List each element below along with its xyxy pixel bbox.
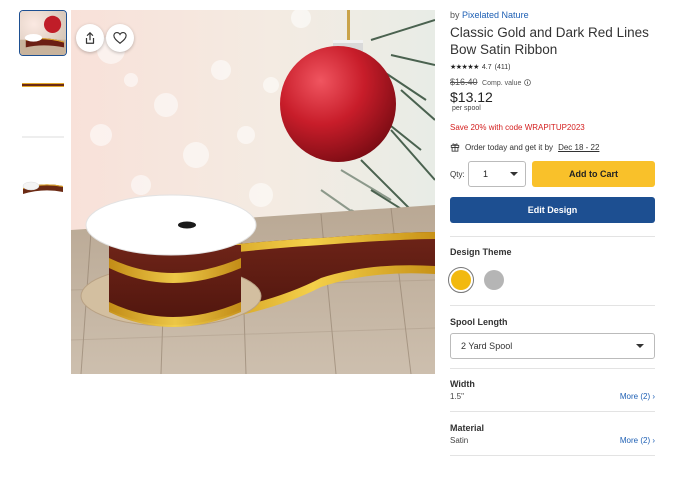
thumbnail-3[interactable] [19, 114, 67, 160]
thumbnail-2-image [19, 62, 67, 108]
divider [450, 455, 655, 456]
info-icon[interactable] [524, 79, 531, 86]
quantity-select[interactable]: 1 [468, 161, 526, 187]
theme-swatch-gold[interactable] [448, 267, 474, 293]
width-section: Width 1.5" More (2) › [450, 379, 655, 401]
width-label: Width [450, 379, 475, 389]
material-label: Material [450, 423, 485, 433]
product-info-panel: by Pixelated Nature Classic Gold and Dar… [448, 10, 655, 456]
divider [450, 368, 655, 369]
rating-row[interactable]: ★★★★★ 4.7 (411) [450, 63, 655, 72]
material-more-link[interactable]: More (2) › [620, 436, 655, 445]
design-theme-section: Design Theme [448, 247, 655, 293]
divider [450, 236, 655, 237]
promo-text: Save 20% with code WRAPITUP2023 [450, 123, 585, 132]
current-price: $13.12 [450, 89, 493, 105]
rating-value: 4.7 [481, 63, 492, 71]
product-hero-image [71, 10, 435, 374]
width-more-link[interactable]: More (2) › [620, 392, 655, 401]
ribbon-product-photo [71, 10, 435, 374]
spool-length-value: 2 Yard Spool [461, 341, 513, 351]
caret-down-icon [510, 172, 518, 176]
product-title: Classic Gold and Dark Red Lines Bow Sati… [450, 25, 649, 57]
width-more-label: More (2) [619, 392, 651, 401]
delivery-dates[interactable]: Dec 18 - 22 [558, 143, 599, 152]
review-count[interactable]: (411) [495, 64, 511, 71]
delivery-row: Order today and get it by Dec 18 - 22 [450, 142, 655, 152]
thumbnail-3-image [19, 114, 67, 160]
divider [450, 305, 655, 306]
thumbnail-1-image [20, 11, 66, 55]
thumbnail-1[interactable] [19, 10, 67, 56]
theme-swatches [448, 267, 655, 293]
thumbnail-2[interactable] [19, 62, 67, 108]
material-section: Material Satin More (2) › [450, 423, 655, 445]
brand-link[interactable]: Pixelated Nature [462, 10, 529, 20]
thumbnail-4[interactable] [19, 166, 67, 212]
quantity-value: 1 [483, 169, 489, 179]
material-more-label: More (2) [619, 436, 651, 445]
design-theme-label: Design Theme [450, 247, 512, 257]
spool-length-select[interactable]: 2 Yard Spool [450, 333, 655, 359]
original-price-row: $16.40 Comp. value [450, 77, 655, 87]
edit-design-button[interactable]: Edit Design [450, 197, 655, 223]
thumbnail-4-image [19, 166, 67, 212]
thumbnail-list [19, 10, 67, 218]
share-button[interactable] [76, 24, 104, 52]
rating-stars-icon: ★★★★★ [450, 64, 479, 71]
comp-value-label: Comp. value [482, 80, 522, 87]
by-prefix: by [450, 10, 460, 20]
spool-length-section: Spool Length 2 Yard Spool [450, 317, 655, 359]
add-to-cart-button[interactable]: Add to Cart [532, 161, 655, 187]
favorite-button[interactable] [106, 24, 134, 52]
delivery-prefix: Order today and get it by [465, 142, 554, 152]
price-unit: per spool [452, 105, 481, 112]
share-icon [85, 32, 95, 44]
brand-line: by Pixelated Nature [450, 10, 655, 20]
heart-icon [113, 32, 127, 44]
original-price: $16.40 [450, 77, 478, 87]
gift-icon [450, 143, 460, 152]
qty-label: Qty: [450, 169, 465, 179]
purchase-row: Qty: 1 Add to Cart [450, 161, 655, 187]
spool-length-label: Spool Length [450, 317, 508, 327]
divider [450, 411, 655, 412]
theme-swatch-silver[interactable] [484, 270, 504, 290]
caret-down-icon [636, 344, 644, 348]
